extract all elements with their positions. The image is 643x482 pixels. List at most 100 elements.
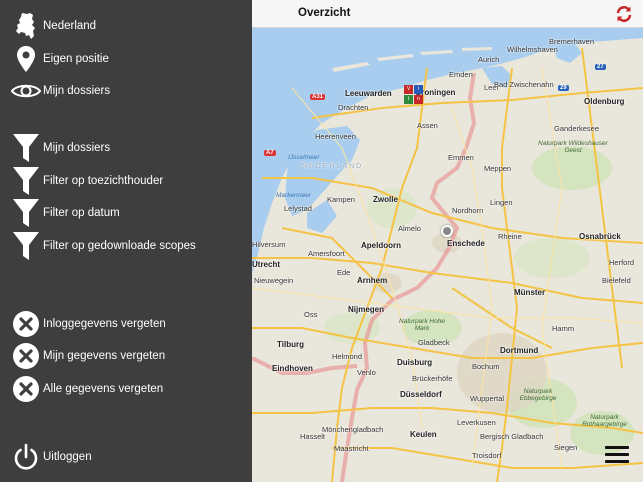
marker-icon: V [404,85,413,94]
city-label: Heerenveen [315,132,356,141]
water-label: Markermeer [276,192,312,199]
region-label: Naturpark Hohe Mark [399,318,445,332]
map-view[interactable]: NEDERLAND IJsselmeer Markermeer Naturpar… [252,28,643,482]
filter-icon [10,165,42,197]
menu-item-filter-mijn-dossiers[interactable]: Mijn dossiers [10,131,110,165]
city-label: Gladbeck [418,338,450,347]
road-shield: A7 [264,150,276,156]
eye-icon [10,75,42,107]
road-shield: 27 [595,64,606,70]
menu-label: Filter op gedownloade scopes [43,240,196,252]
city-label: Leeuwarden [345,89,392,98]
city-label: Tilburg [277,340,304,349]
city-label: Wuppertal [470,394,505,403]
city-label: Leverkusen [457,418,496,427]
city-label: Nordhorn [452,206,484,215]
city-label: Emmen [448,153,474,162]
menu-label: Filter op toezichthouder [43,175,164,187]
menu-item-nederland[interactable]: Nederland [10,9,96,43]
city-label: Enschede [447,239,485,248]
city-label: Hilversum [252,240,286,249]
menu-label: Mijn dossiers [43,85,111,97]
city-label: Bochum [472,362,500,371]
city-label: Brückerhöfe [412,374,453,383]
region-label: Naturpark Rothaargebirge [582,414,627,428]
city-label: Venlo [357,368,376,377]
filter-icon [10,230,42,262]
city-label: Bremerhaven [549,37,595,46]
marker-icon: t [404,95,413,104]
city-label: Hamm [552,324,575,333]
menu-item-eigen-positie[interactable]: Eigen positie [10,42,109,76]
road-shield: A31 [310,94,326,100]
city-label: Oss [304,310,318,319]
city-label: Eindhoven [272,364,313,373]
location-pin-icon [10,43,42,75]
city-label: Almelo [398,224,421,233]
city-label: Mönchengladbach [322,425,384,434]
city-label: Lingen [490,198,513,207]
city-label: Bergisch Gladbach [480,432,544,441]
city-label: Ganderkesee [554,124,600,133]
city-label: Hasselt [300,432,326,441]
marker-icon: i [414,85,423,94]
city-label: Nieuwegein [254,276,294,285]
menu-item-inloggegevens-vergeten[interactable]: Inloggegevens vergeten [10,307,166,341]
city-label: Osnabrück [579,232,621,241]
city-label: Siegen [554,443,578,452]
city-label: Aurich [478,55,500,64]
menu-item-filter-datum[interactable]: Filter op datum [10,196,120,230]
menu-item-uitloggen[interactable]: Uitloggen [10,440,92,474]
menu-label: Uitloggen [43,451,92,463]
menu-label: Alle gegevens vergeten [43,383,164,395]
city-label: Düsseldorf [400,390,442,399]
city-label: Wilhelmshaven [507,45,558,54]
city-label: Bielefeld [602,276,631,285]
city-label: Apeldoorn [361,241,401,250]
city-label: Arnhem [357,276,388,285]
menu-label: Nederland [43,20,97,32]
city-label: Dortmund [500,346,539,355]
menu-item-alle-gegevens-vergeten[interactable]: Alle gegevens vergeten [10,372,163,406]
road-shield: 29 [558,85,569,91]
city-label: Herford [609,258,635,267]
close-circle-icon [10,373,42,405]
city-label: Amersfoort [308,249,345,258]
refresh-icon[interactable] [615,5,633,23]
city-label: Assen [417,121,438,130]
city-label: Maastricht [334,444,369,453]
city-label: Lelystad [284,204,312,213]
navigation-bar: Overzicht [252,0,643,28]
marker-icon: n [414,95,423,104]
map-watermark: NEDERLAND [302,163,364,170]
menu-item-filter-scopes[interactable]: Filter op gedownloade scopes [10,229,196,263]
water-label: IJsselmeer [288,154,320,161]
menu-item-mijn-gegevens-vergeten[interactable]: Mijn gegevens vergeten [10,339,165,373]
current-location-marker[interactable] [441,225,453,237]
city-label: Bad Zwischenahn [494,80,554,89]
city-label: Kampen [327,195,355,204]
city-label: Troisdorf [472,451,502,460]
dossier-marker-cluster[interactable]: V i t n [404,85,424,105]
menu-label: Filter op datum [43,207,120,219]
city-label: Utrecht [252,260,281,269]
city-label: Duisburg [397,358,433,367]
menu-hamburger-icon[interactable] [605,446,629,464]
menu-label: Mijn dossiers [43,142,111,154]
city-label: Meppen [484,164,512,173]
city-label: Ede [337,268,351,277]
city-label: Münster [514,288,546,297]
menu-item-filter-toezichthouder[interactable]: Filter op toezichthouder [10,164,163,198]
city-label: Zwolle [373,195,398,204]
netherlands-map-icon [10,10,42,42]
region-label: Naturpark Ebbegebirge [519,388,557,402]
city-label: Nijmegen [348,305,385,314]
filter-icon [10,132,42,164]
menu-label: Eigen positie [43,53,109,65]
power-icon [10,441,42,473]
menu-item-mijn-dossiers-view[interactable]: Mijn dossiers [10,74,110,108]
city-label: Keulen [410,430,437,439]
city-label: Helmond [332,352,363,361]
side-menu: Nederland Eigen positie Mijn dossiers Mi… [0,0,252,482]
region-label: Naturpark Wildeshauser Geest [538,140,608,154]
